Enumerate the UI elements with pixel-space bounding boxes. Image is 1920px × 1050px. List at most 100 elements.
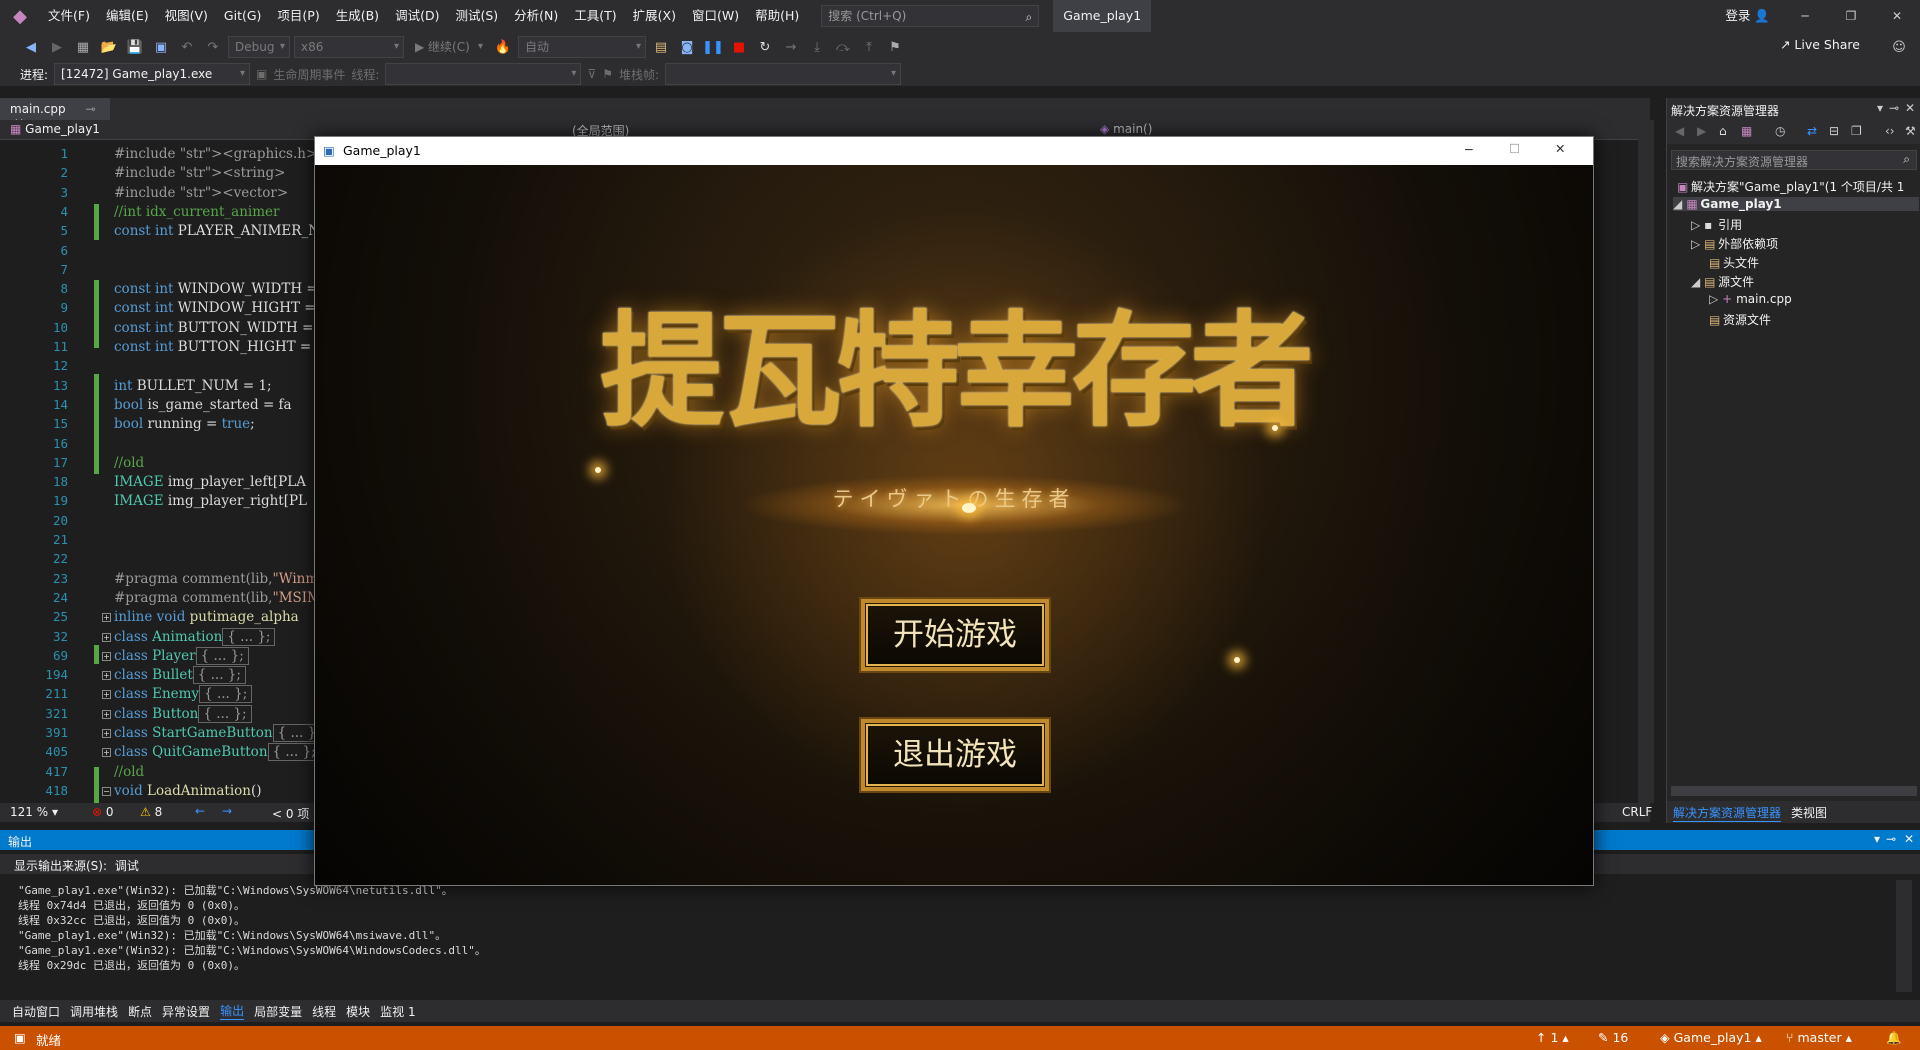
expand-toggle-icon[interactable]: + [102, 651, 111, 661]
collapsed-region[interactable]: { ... }; [192, 666, 246, 685]
save-icon[interactable]: 💾 [124, 36, 146, 58]
messages-indicator[interactable]: < 0 项 [272, 805, 309, 822]
menu-window[interactable]: 窗口(W) [684, 0, 747, 32]
solution-hscrollbar[interactable] [1671, 786, 1917, 796]
menu-extensions[interactable]: 扩展(X) [625, 0, 684, 32]
tab-locals[interactable]: 局部变量 [254, 1003, 302, 1020]
dropdown-icon[interactable]: ▾ [1874, 832, 1880, 846]
tree-source-files[interactable]: ◢ ▤ 源文件 [1691, 273, 1754, 290]
branch-indicator[interactable]: ⑂ master ▴ [1786, 1030, 1852, 1045]
nav-project-combo[interactable]: ▦ Game_play1 [10, 122, 100, 136]
close-panel-icon[interactable]: ✕ [1904, 832, 1914, 846]
menu-debug[interactable]: 调试(D) [387, 0, 447, 32]
output-scrollbar[interactable] [1896, 880, 1912, 992]
pin-icon[interactable]: ⊸ [85, 102, 95, 116]
back-icon[interactable]: ◀ [1675, 124, 1684, 138]
git-push-indicator[interactable]: ↑ 1 ▴ [1536, 1030, 1569, 1045]
tab-call-stack[interactable]: 调用堆栈 [70, 1003, 118, 1020]
history-icon[interactable]: ◷ [1775, 124, 1785, 138]
back-icon[interactable]: ◀ [20, 36, 42, 58]
tab-threads[interactable]: 线程 [312, 1003, 336, 1020]
repo-indicator[interactable]: ◈ Game_play1 ▴ [1660, 1030, 1762, 1045]
stackframe-combo[interactable] [665, 63, 902, 85]
forward-icon[interactable]: ▶ [46, 36, 68, 58]
zoom-combo[interactable]: 121 % ▾ [10, 805, 58, 819]
game-canvas[interactable]: 提瓦特幸存者 テイヴァトの生存者 开始游戏 退出游戏 [315, 165, 1593, 885]
tab-solution-explorer[interactable]: 解决方案资源管理器 [1673, 804, 1782, 822]
hot-reload-icon[interactable]: 🔥 [492, 36, 514, 58]
config-combo[interactable]: Debug [228, 36, 290, 58]
close-button[interactable]: ✕ [1874, 0, 1920, 32]
feedback-icon[interactable]: ☺ [1888, 36, 1910, 58]
sync-icon[interactable]: ⇄ [1807, 124, 1817, 138]
switch-views-icon[interactable]: ▦ [1741, 124, 1752, 138]
tree-main-cpp[interactable]: ▷ + main.cpp [1709, 292, 1792, 306]
tree-solution-node[interactable]: ▣ 解决方案"Game_play1"(1 个项目/共 1 [1677, 178, 1904, 195]
collapsed-region[interactable]: { ... }; [222, 627, 276, 646]
show-next-statement-icon[interactable]: → [780, 36, 802, 58]
nav-member-combo[interactable]: ◈ main() [1100, 122, 1152, 136]
step-over-icon[interactable]: ⤼ [832, 36, 854, 58]
collapsed-region[interactable]: { ... }; [195, 646, 249, 665]
menu-help[interactable]: 帮助(H) [747, 0, 807, 32]
tree-header-files[interactable]: ▤ 头文件 [1709, 254, 1759, 271]
tab-main-cpp[interactable]: main.cpp ⊸ ✕ [0, 98, 110, 130]
undo-icon[interactable]: ↶ [176, 36, 198, 58]
game-window-titlebar[interactable]: ▣ Game_play1 ─ ☐ ✕ [315, 137, 1593, 165]
pin-icon[interactable]: ⊸ [1889, 101, 1899, 115]
tree-project-node[interactable]: ◢ ▦ Game_play1 [1673, 197, 1919, 211]
home-icon[interactable]: ⌂ [1719, 124, 1727, 138]
tab-output[interactable]: 输出 [220, 1002, 245, 1020]
wrench-icon[interactable]: ⚒ [1905, 124, 1916, 138]
tab-modules[interactable]: 模块 [346, 1003, 370, 1020]
menu-edit[interactable]: 编辑(E) [98, 0, 157, 32]
menu-build[interactable]: 生成(B) [328, 0, 387, 32]
step-out-icon[interactable]: ⤒ [858, 36, 880, 58]
restart-icon[interactable]: ↻ [754, 36, 776, 58]
pin-icon[interactable]: ⊸ [1886, 832, 1896, 846]
tree-external-deps[interactable]: ▷ ▤ 外部依赖项 [1691, 235, 1778, 252]
output-source-combo[interactable]: 调试 [115, 859, 139, 873]
expand-toggle-icon[interactable]: + [102, 709, 111, 719]
errors-indicator[interactable]: ⊗ 0 [92, 805, 114, 819]
folder-icon[interactable]: ▤ [650, 36, 672, 58]
tab-class-view[interactable]: 类视图 [1791, 804, 1827, 821]
editor-scrollbar[interactable] [1638, 120, 1654, 803]
menu-analyze[interactable]: 分析(N) [506, 0, 566, 32]
expand-toggle-icon[interactable]: + [102, 748, 111, 758]
menu-tools[interactable]: 工具(T) [566, 0, 624, 32]
expand-toggle-icon[interactable]: + [102, 729, 111, 738]
flag-icon[interactable]: ⚑ [602, 67, 613, 81]
stop-icon[interactable]: ■ [728, 36, 750, 58]
breakpoints-icon[interactable]: ⚑ [884, 36, 906, 58]
quit-game-button[interactable]: 退出游戏 [859, 717, 1051, 793]
restore-button[interactable]: ❐ [1828, 0, 1874, 32]
menu-project[interactable]: 项目(P) [269, 0, 327, 32]
new-project-icon[interactable]: ▦ [72, 36, 94, 58]
notifications-icon[interactable]: 🔔 [1886, 1030, 1902, 1046]
tree-resource-files[interactable]: ▤ 资源文件 [1709, 311, 1771, 328]
open-icon[interactable]: 📂 [98, 36, 120, 58]
game-minimize-button[interactable]: ─ [1465, 142, 1473, 157]
screenshot-icon[interactable]: ◙ [676, 36, 698, 58]
continue-button[interactable]: ▶ 继续(C) [408, 36, 488, 58]
live-share-button[interactable]: ↗ Live Share [1780, 37, 1860, 52]
lifecycle-label[interactable]: 生命周期事件 [273, 66, 345, 83]
search-input[interactable]: 搜索 (Ctrl+Q) ⌕ [821, 5, 1040, 27]
process-combo[interactable]: [12472] Game_play1.exe [54, 63, 251, 85]
collapsed-region[interactable]: { ... }; [199, 685, 253, 704]
expand-toggle-icon[interactable]: + [102, 632, 111, 642]
expand-toggle-icon[interactable]: + [102, 690, 111, 700]
step-into-icon[interactable]: ⤓ [806, 36, 828, 58]
close-panel-icon[interactable]: ✕ [1905, 101, 1915, 115]
solution-search-input[interactable]: 搜索解决方案资源管理器 ⌕ [1671, 150, 1917, 170]
game-close-button[interactable]: ✕ [1555, 141, 1565, 156]
warnings-indicator[interactable]: ⚠ 8 [140, 805, 162, 819]
tab-watch-1[interactable]: 监视 1 [380, 1003, 415, 1020]
auto-combo[interactable]: 自动 [518, 36, 646, 58]
start-game-button[interactable]: 开始游戏 [859, 597, 1051, 673]
platform-combo[interactable]: x86 [294, 36, 404, 58]
login-button[interactable]: 登录 👤 [1725, 0, 1770, 32]
dropdown-icon[interactable]: ▾ [1877, 101, 1883, 115]
tree-references[interactable]: ▷ ▪ 引用 [1691, 216, 1742, 233]
